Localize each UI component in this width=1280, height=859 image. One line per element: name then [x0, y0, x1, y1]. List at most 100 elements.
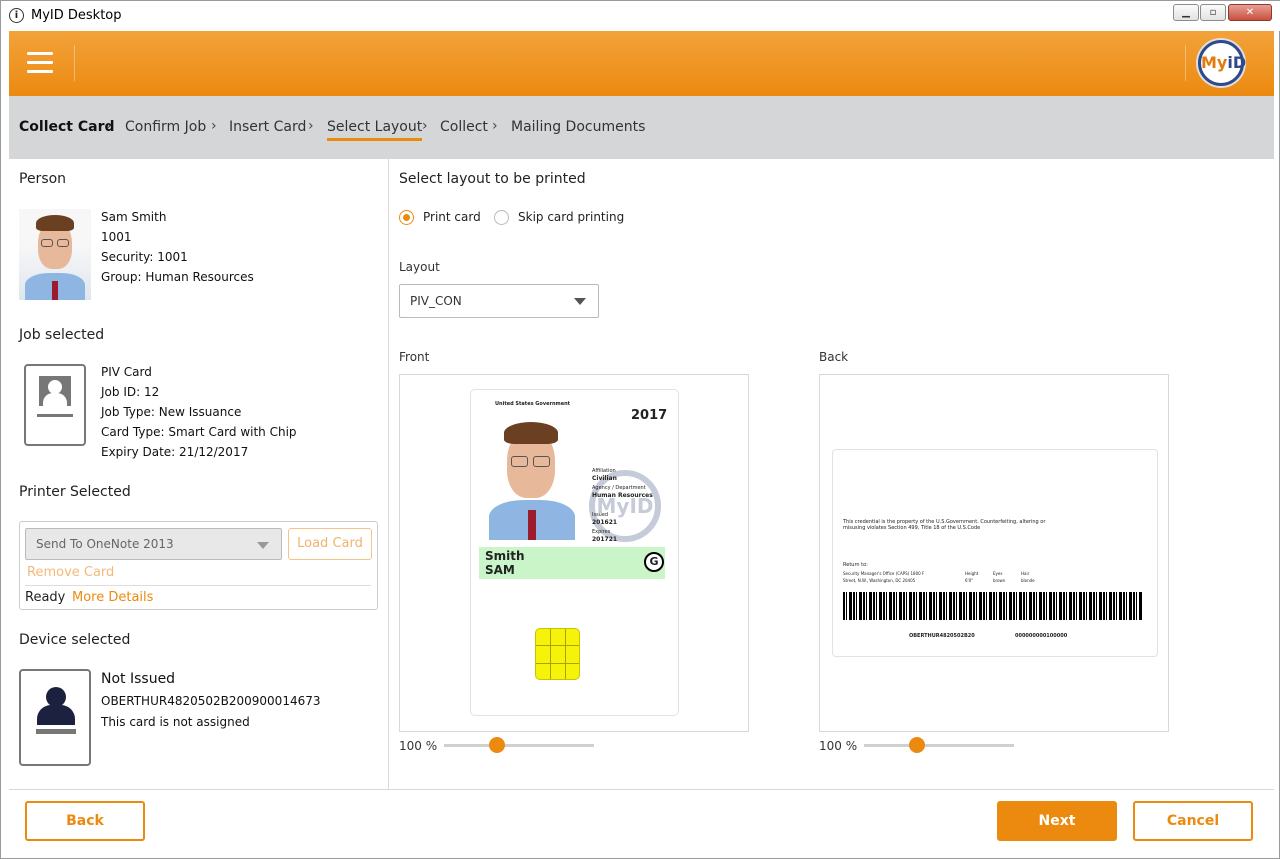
device-note: This card is not assigned — [101, 715, 250, 729]
back-preview: This credential is the property of the U… — [819, 374, 1169, 732]
breadcrumb: Collect Card › Confirm Job › Insert Card… — [9, 96, 1274, 159]
back-zoom-slider[interactable] — [864, 737, 1014, 753]
details-panel: Person Sam Smith 1001 Security: 1001 Gro… — [9, 159, 389, 789]
person-id: 1001 — [101, 230, 132, 244]
card-back-address1: Security Manager's Office (CAPS) 1800 F — [843, 571, 925, 576]
breadcrumb-collect[interactable]: Collect — [440, 119, 488, 135]
minimize-button[interactable]: ▁ — [1173, 4, 1199, 21]
skip-printing-label[interactable]: Skip card printing — [518, 210, 624, 224]
chevron-right-icon: › — [308, 118, 314, 134]
hair-value: blonde — [1021, 578, 1035, 583]
person-heading: Person — [19, 171, 67, 187]
eyes-label: Eyes — [993, 571, 1003, 576]
device-heading: Device selected — [19, 632, 131, 648]
card-back-return: Return to: — [843, 562, 868, 568]
layout-panel: Select layout to be printed Print card S… — [389, 159, 1274, 789]
close-button[interactable]: ✕ — [1228, 4, 1272, 21]
card-icon — [24, 364, 86, 446]
app-header: MyiD — [9, 31, 1274, 96]
title-bar: i MyID Desktop ▁ ▫ ✕ — [1, 1, 1280, 31]
footer: Back Next Cancel — [9, 789, 1274, 853]
job-id-label: Job ID: — [101, 385, 141, 399]
height-value: 6'0" — [965, 578, 974, 583]
job-type-value: New Issuance — [158, 405, 242, 419]
job-heading: Job selected — [19, 327, 105, 343]
breadcrumb-insert-card[interactable]: Insert Card — [229, 119, 306, 135]
info-icon: i — [9, 8, 24, 23]
person-details: Sam Smith 1001 Security: 1001 Group: Hum… — [101, 207, 254, 287]
device-card-icon — [19, 669, 91, 766]
expiry-label: Expiry Date: — [101, 445, 176, 459]
printer-box: Send To OneNote 2013 Load Card Remove Ca… — [19, 521, 378, 610]
breadcrumb-collect-card[interactable]: Collect Card — [19, 119, 115, 135]
device-serial: OBERTHUR4820502B200900014673 — [101, 694, 321, 708]
card-type-label: Card Type: — [101, 425, 165, 439]
layout-label: Layout — [399, 260, 440, 274]
job-id-value: 12 — [143, 385, 160, 399]
barcode — [843, 592, 1143, 620]
more-details-link[interactable]: More Details — [72, 590, 153, 605]
remove-card-link[interactable]: Remove Card — [27, 565, 114, 580]
affiliation-value: Civilian — [592, 475, 617, 482]
expires-label: Expires — [592, 529, 611, 535]
myid-logo: MyiD — [1198, 40, 1246, 86]
divider — [25, 585, 371, 586]
printer-select[interactable]: Send To OneNote 2013 — [25, 528, 282, 560]
front-label: Front — [399, 350, 430, 364]
menu-icon[interactable] — [27, 52, 53, 74]
front-zoom-slider-handle[interactable] — [488, 737, 505, 753]
chevron-right-icon: › — [492, 118, 498, 134]
back-zoom-value: 100 % — [819, 739, 858, 753]
chevron-down-icon — [574, 298, 586, 305]
card-back-notice: This credential is the property of the U… — [843, 519, 1046, 531]
card-front: United States Government 2017 MyID Affil… — [470, 389, 679, 716]
app-window: i MyID Desktop ▁ ▫ ✕ MyiD Collect Card ›… — [0, 0, 1280, 859]
cancel-button[interactable]: Cancel — [1133, 801, 1253, 841]
card-type-value: Smart Card with Chip — [168, 425, 297, 439]
chip-icon — [535, 628, 580, 680]
card-photo — [481, 412, 581, 540]
load-card-button[interactable]: Load Card — [288, 528, 372, 560]
back-zoom-slider-handle[interactable] — [908, 737, 925, 753]
height-label: Height — [965, 571, 979, 576]
print-card-radio[interactable] — [399, 210, 414, 225]
printer-heading: Printer Selected — [19, 484, 131, 500]
chevron-down-icon — [257, 542, 269, 549]
card-surname: Smith — [485, 549, 525, 563]
affiliation-label: Affiliation — [592, 468, 616, 474]
header-divider — [1185, 45, 1186, 81]
device-status: Not Issued — [101, 671, 176, 687]
card-name-band: Smith SAM G — [479, 547, 665, 579]
job-details: PIV Card Job ID: 12 Job Type: New Issuan… — [101, 362, 297, 462]
chevron-right-icon: › — [106, 118, 112, 134]
group-value: Human Resources — [145, 270, 254, 284]
print-card-label[interactable]: Print card — [423, 210, 481, 224]
eyes-value: brown — [993, 578, 1006, 583]
front-zoom-value: 100 % — [399, 739, 438, 753]
layout-select[interactable]: PIV_CON — [399, 284, 599, 318]
card-badge: G — [644, 552, 664, 572]
card-back-serial: OBERTHUR4820502B20 — [909, 633, 975, 639]
issued-value: 201621 — [592, 519, 618, 526]
chevron-right-icon: › — [422, 118, 428, 134]
breadcrumb-mailing-documents[interactable]: Mailing Documents — [511, 119, 645, 135]
window-title: MyID Desktop — [31, 8, 122, 23]
security-value: 1001 — [157, 250, 188, 264]
printer-status: Ready — [25, 590, 66, 605]
card-year: 2017 — [631, 408, 668, 423]
skip-printing-radio[interactable] — [494, 210, 509, 225]
front-zoom-slider[interactable] — [444, 737, 594, 753]
header-divider — [74, 45, 75, 81]
agency-value: Human Resources — [592, 492, 653, 499]
agency-label: Agency / Department — [592, 485, 646, 491]
maximize-button[interactable]: ▫ — [1200, 4, 1226, 21]
breadcrumb-confirm-job[interactable]: Confirm Job — [125, 119, 206, 135]
next-button[interactable]: Next — [997, 801, 1117, 841]
card-govt-text: United States Government — [495, 401, 571, 407]
chevron-right-icon: › — [211, 118, 217, 134]
expires-value: 201721 — [592, 536, 618, 543]
breadcrumb-select-layout[interactable]: Select Layout — [327, 119, 423, 141]
layout-select-value: PIV_CON — [410, 294, 462, 308]
back-button[interactable]: Back — [25, 801, 145, 841]
hair-label: Hair — [1021, 571, 1030, 576]
